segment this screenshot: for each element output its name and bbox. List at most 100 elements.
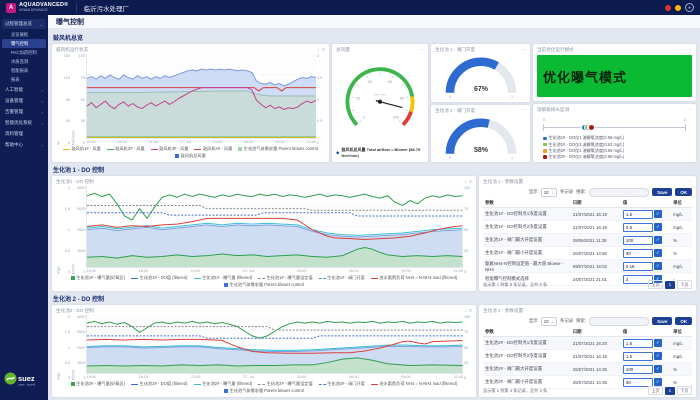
more-icon[interactable]: ⋯ (687, 180, 692, 185)
legend-item[interactable]: 进水氨氮负荷 NH4 = N-NH4 load (filtered) (371, 275, 457, 281)
confirm-button[interactable]: ✓ (654, 378, 662, 386)
value-input[interactable]: 1.5 (623, 210, 653, 219)
warning-badge-icon[interactable] (675, 5, 681, 11)
svg-text:58%: 58% (474, 147, 489, 154)
prev-page-button[interactable]: 上页 (648, 386, 663, 395)
do-probe-dot[interactable] (588, 124, 595, 131)
legend-item[interactable]: 生化池2# - 曝气量设定值 (258, 381, 313, 387)
download-icon[interactable]: ↓ (318, 48, 321, 53)
legend-item[interactable]: 生化池气体需求量 Parent blower control (238, 146, 318, 152)
value-input[interactable]: 100 (623, 365, 653, 374)
legend-item[interactable]: 鼓风机4# - 风量 (194, 146, 232, 152)
legend-swatch (194, 149, 201, 150)
legend-label: 生化池2# - 阀门开度 (327, 381, 365, 387)
legend-item[interactable]: 鼓风机3# - 风量 (151, 146, 189, 152)
next-page-button[interactable]: 下页 (677, 386, 692, 395)
alarm-badge-icon[interactable] (665, 5, 671, 11)
value-input[interactable]: 0.5 (623, 223, 653, 232)
legend-item[interactable]: 生化池1# - DO值 (filtered) (131, 275, 187, 281)
legend-label: 生化池1# - DO值 (filtered) (140, 275, 188, 281)
sidebar-subitem[interactable]: 总览展板 (2, 30, 46, 39)
menu-icon[interactable]: ≡ (469, 309, 472, 314)
legend-item[interactable]: 生化池1# - 曝气量设定值 (258, 275, 313, 281)
confirm-button[interactable]: ✓ (654, 262, 662, 270)
save-button[interactable]: Save (652, 188, 672, 196)
legend-item[interactable]: 生化池1# - 曝气量 (filtered) (194, 275, 253, 281)
confirm-button[interactable]: ✓ (654, 210, 662, 218)
legend-item[interactable]: 鼓风机2# - 风量 (107, 146, 145, 152)
sidebar-subitem[interactable]: PAC加药控制 (2, 48, 46, 57)
value-input[interactable]: 1.5 (623, 339, 653, 348)
value-input[interactable]: 0.18 (623, 262, 653, 271)
more-icon[interactable]: ⋯ (521, 48, 526, 53)
sidebar-subitem[interactable]: 曝气控制 (2, 39, 46, 48)
table-row: 生化池1# - 阀门最大开度设置29/06/2021 11:28100✓% (483, 234, 692, 247)
do-slider[interactable]: 0 2 (543, 118, 686, 134)
prev-page-button[interactable]: 上页 (648, 280, 663, 289)
tick-label: 2 (317, 54, 324, 58)
sidebar-item[interactable]: 过程管理总览⌄ (2, 19, 46, 29)
page-size-select[interactable]: 10⌄ (541, 317, 557, 326)
save-button[interactable]: Save (652, 317, 672, 325)
sidebar-subitem[interactable]: 水质监测 (2, 57, 46, 66)
tick-label: 3000 (77, 330, 85, 334)
value-input[interactable]: 30 (623, 249, 653, 258)
sidebar-subitem[interactable]: 报表 (2, 75, 46, 84)
legend-item[interactable]: 鼓风机1# - 风量 (63, 146, 101, 152)
svg-text:100: 100 (393, 116, 399, 120)
sidebar-item[interactable]: 帮助中心› (2, 140, 46, 150)
sidebar-subitem[interactable]: 智能报表 (2, 66, 46, 75)
download-icon[interactable]: ↓ (465, 180, 468, 185)
tick-label: 25 (77, 119, 85, 123)
search-input[interactable] (589, 317, 649, 326)
legend-item[interactable]: 生化池2# - 曝气量(好氧区) (71, 381, 125, 387)
y-axis-left: mg/L21.510.50Nm³/h40003000200010000 (56, 315, 86, 380)
confirm-button[interactable]: ✓ (654, 365, 662, 373)
sidebar-item[interactable]: 告警管理› (2, 107, 46, 117)
sidebar-item[interactable]: 人工智能› (2, 85, 46, 95)
legend-item[interactable]: 生化池2# - 曝气量 (filtered) (194, 381, 253, 387)
legend-item[interactable]: 生化池气体需求量 Parent blower control (224, 388, 304, 394)
column-header: 单位 (673, 329, 692, 335)
more-icon[interactable]: ⋯ (419, 48, 424, 53)
legend-item[interactable]: 生化池2# - 阀门开度 (319, 381, 365, 387)
page-number-button[interactable]: 1 (665, 387, 674, 395)
legend-item[interactable]: 生化池气体需求量 Parent blower control (224, 282, 304, 288)
ok-button[interactable]: OK (675, 317, 692, 325)
more-icon[interactable]: ⋯ (687, 309, 692, 314)
confirm-button[interactable]: ✓ (654, 223, 662, 231)
legend-item[interactable]: 生化池1# - 曝气量(好氧区) (71, 275, 125, 281)
sidebar-item[interactable]: 智能优化系统› (2, 118, 46, 128)
confirm-button[interactable]: ✓ (654, 236, 662, 244)
legend-item[interactable]: 生化池1# - 阀门开度 (319, 275, 365, 281)
section-header-blower: 鼓风机总览 (53, 33, 696, 42)
legend-item[interactable]: 生化池2# - DO值 (filtered) (131, 381, 187, 387)
search-input[interactable] (589, 188, 649, 197)
user-icon[interactable]: ● (685, 3, 694, 12)
value-input[interactable]: 1.5 (623, 352, 653, 361)
confirm-button[interactable]: ✓ (654, 352, 662, 360)
unit-cell: % (673, 380, 692, 385)
confirm-button[interactable]: ✓ (654, 339, 662, 347)
value-input[interactable]: 100 (623, 236, 653, 245)
tick-label: 1 (62, 346, 70, 350)
next-page-button[interactable]: 下页 (677, 280, 692, 289)
slider-max-label: 2 (684, 118, 686, 122)
sidebar-item[interactable]: 设备管理› (2, 96, 46, 106)
more-icon[interactable]: ⋯ (521, 108, 526, 113)
ok-button[interactable]: OK (675, 188, 692, 196)
legend-item[interactable]: 鼓风机总风量 (175, 153, 206, 159)
tick-label: 0.5 (62, 361, 70, 365)
more-icon[interactable]: ⋯ (687, 108, 692, 113)
menu-icon[interactable]: ≡ (322, 48, 325, 53)
download-icon[interactable]: ↓ (465, 309, 468, 314)
confirm-button[interactable]: ✓ (654, 249, 662, 257)
page-size-select[interactable]: 10⌄ (541, 188, 557, 197)
tank1-do-chart-card: 生化池1 - DO 控制 ↓≡ mg/L21.510.50Nm³/h400030… (52, 176, 476, 291)
legend-swatch (371, 384, 378, 385)
legend-item[interactable]: 进水氨氮负荷 NH4 = N-NH4 load (filtered) (371, 381, 457, 387)
page-number-button[interactable]: 1 (665, 281, 674, 289)
sidebar-item[interactable]: 资料管理 (2, 129, 46, 139)
more-icon[interactable]: ⋯ (687, 48, 692, 53)
menu-icon[interactable]: ≡ (469, 180, 472, 185)
